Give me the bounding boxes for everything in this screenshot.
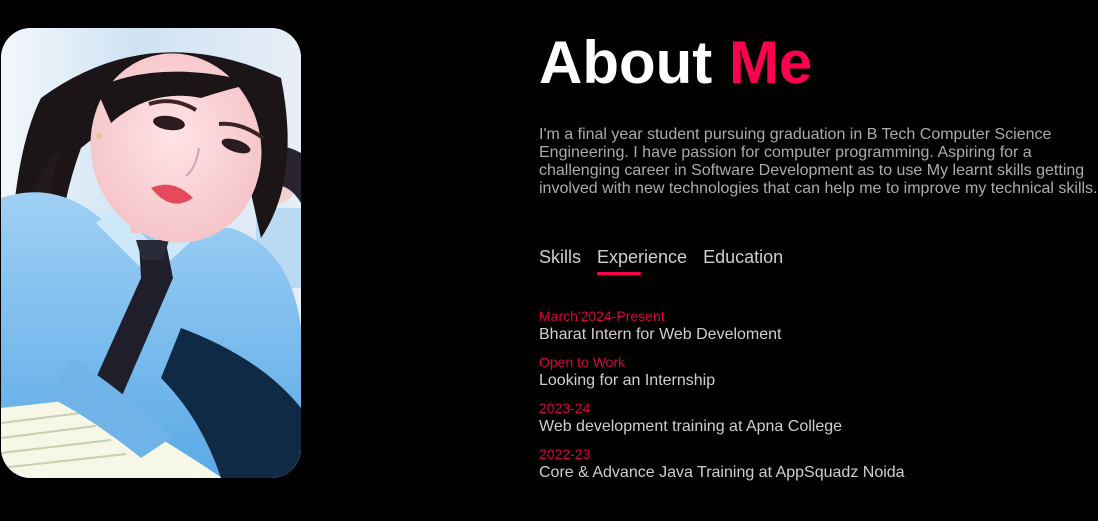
- title-main: About: [539, 29, 713, 96]
- item-text: Bharat Intern for Web Develoment: [539, 326, 782, 343]
- item-text: Looking for an Internship: [539, 372, 716, 389]
- title-accent: Me: [728, 29, 813, 96]
- list-item: 2023-24 Web development training at Apna…: [539, 400, 905, 446]
- about-section: About Me I'm a final year student pursui…: [0, 0, 1098, 521]
- item-date: 2022-23: [539, 446, 591, 462]
- bio-text: I'm a final year student pursuing gradua…: [539, 126, 1098, 197]
- profile-photo: [1, 28, 301, 478]
- section-title: About Me: [539, 30, 812, 96]
- item-text: Web development training at Apna College: [539, 418, 843, 435]
- item-date: 2023-24: [539, 400, 591, 416]
- tab-experience[interactable]: Experience: [597, 246, 687, 275]
- item-date: Open to Work: [539, 354, 626, 370]
- list-item: 2022-23 Core & Advance Java Training at …: [539, 446, 905, 492]
- experience-list: March'2024-Present Bharat Intern for Web…: [539, 308, 905, 492]
- list-item: Open to Work Looking for an Internship: [539, 354, 905, 400]
- tab-education[interactable]: Education: [703, 246, 783, 268]
- item-text: Core & Advance Java Training at AppSquad…: [539, 464, 905, 481]
- tab-skills[interactable]: Skills: [539, 246, 581, 268]
- tab-bar: Skills Experience Education: [539, 246, 783, 275]
- item-date: March'2024-Present: [539, 308, 665, 324]
- list-item: March'2024-Present Bharat Intern for Web…: [539, 308, 905, 354]
